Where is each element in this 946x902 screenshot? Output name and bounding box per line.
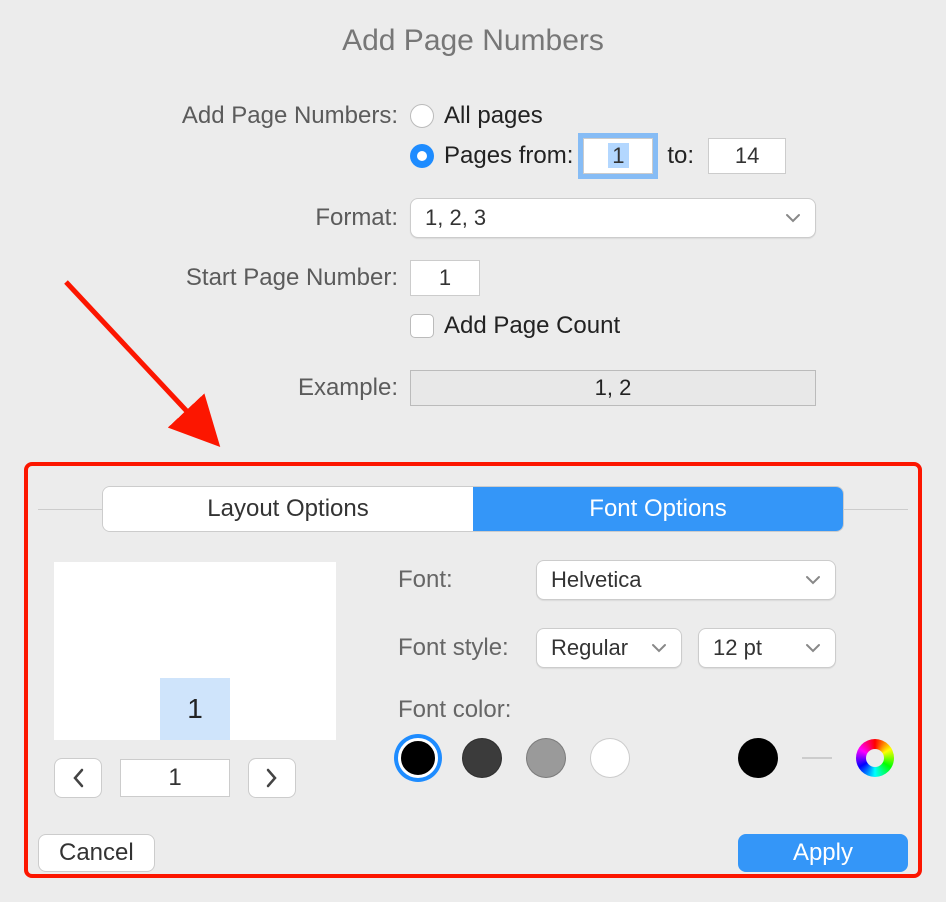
add-page-count-label: Add Page Count xyxy=(444,312,620,340)
next-page-button[interactable] xyxy=(248,758,296,798)
divider xyxy=(38,509,102,510)
to-label: to: xyxy=(667,142,694,170)
pages-to-input[interactable]: 14 xyxy=(708,138,786,174)
all-pages-label: All pages xyxy=(444,102,543,130)
radio-pages-from[interactable] xyxy=(410,144,434,168)
options-tabs: Layout Options Font Options xyxy=(38,486,908,532)
page-preview: 1 1 xyxy=(54,562,336,798)
font-size-dropdown[interactable]: 12 pt xyxy=(698,628,836,668)
font-value: Helvetica xyxy=(551,567,641,593)
font-options-panel: Font: Helvetica Font style: Regular 12 p… xyxy=(398,560,908,778)
scope-label: Add Page Numbers: xyxy=(0,102,410,130)
preview-page[interactable]: 1 xyxy=(54,562,336,740)
format-value: 1, 2, 3 xyxy=(425,205,486,231)
font-color-label: Font color: xyxy=(398,696,568,724)
add-page-count-checkbox[interactable] xyxy=(410,314,434,338)
preview-page-input[interactable]: 1 xyxy=(120,759,230,797)
font-size-value: 12 pt xyxy=(713,635,762,661)
pages-from-input[interactable]: 1 xyxy=(583,138,653,174)
format-label: Format: xyxy=(0,204,410,232)
color-swatch-white[interactable] xyxy=(590,738,630,778)
color-picker-button[interactable] xyxy=(856,739,894,777)
font-dropdown[interactable]: Helvetica xyxy=(536,560,836,600)
font-color-row xyxy=(398,738,908,778)
chevron-down-icon xyxy=(805,643,821,653)
font-style-dropdown[interactable]: Regular xyxy=(536,628,682,668)
radio-all-pages[interactable] xyxy=(410,104,434,128)
font-label: Font: xyxy=(398,566,536,594)
font-style-label: Font style: xyxy=(398,634,536,662)
chevron-down-icon xyxy=(651,643,667,653)
prev-page-button[interactable] xyxy=(54,758,102,798)
chevron-left-icon xyxy=(72,768,84,788)
format-dropdown[interactable]: 1, 2, 3 xyxy=(410,198,816,238)
divider xyxy=(844,509,908,510)
form-area: Add Page Numbers: All pages Pages from: … xyxy=(0,102,946,406)
example-label: Example: xyxy=(0,374,410,402)
chevron-right-icon xyxy=(266,768,278,788)
divider xyxy=(802,757,832,759)
chevron-down-icon xyxy=(805,575,821,585)
color-swatch-black[interactable] xyxy=(398,738,438,778)
example-output: 1, 2 xyxy=(410,370,816,406)
tab-font-options[interactable]: Font Options xyxy=(473,487,843,531)
pages-from-label: Pages from: xyxy=(444,142,573,170)
apply-button[interactable]: Apply xyxy=(738,834,908,872)
start-num-input[interactable]: 1 xyxy=(410,260,480,296)
dialog-title: Add Page Numbers xyxy=(0,0,946,58)
cancel-button[interactable]: Cancel xyxy=(38,834,155,872)
start-num-label: Start Page Number: xyxy=(0,264,410,292)
tab-layout-options[interactable]: Layout Options xyxy=(103,487,473,531)
page-number-preview: 1 xyxy=(160,678,230,740)
chevron-down-icon xyxy=(785,213,801,223)
font-style-value: Regular xyxy=(551,635,628,661)
color-swatch-gray[interactable] xyxy=(526,738,566,778)
color-swatch-darkgray[interactable] xyxy=(462,738,502,778)
color-swatch-current[interactable] xyxy=(738,738,778,778)
